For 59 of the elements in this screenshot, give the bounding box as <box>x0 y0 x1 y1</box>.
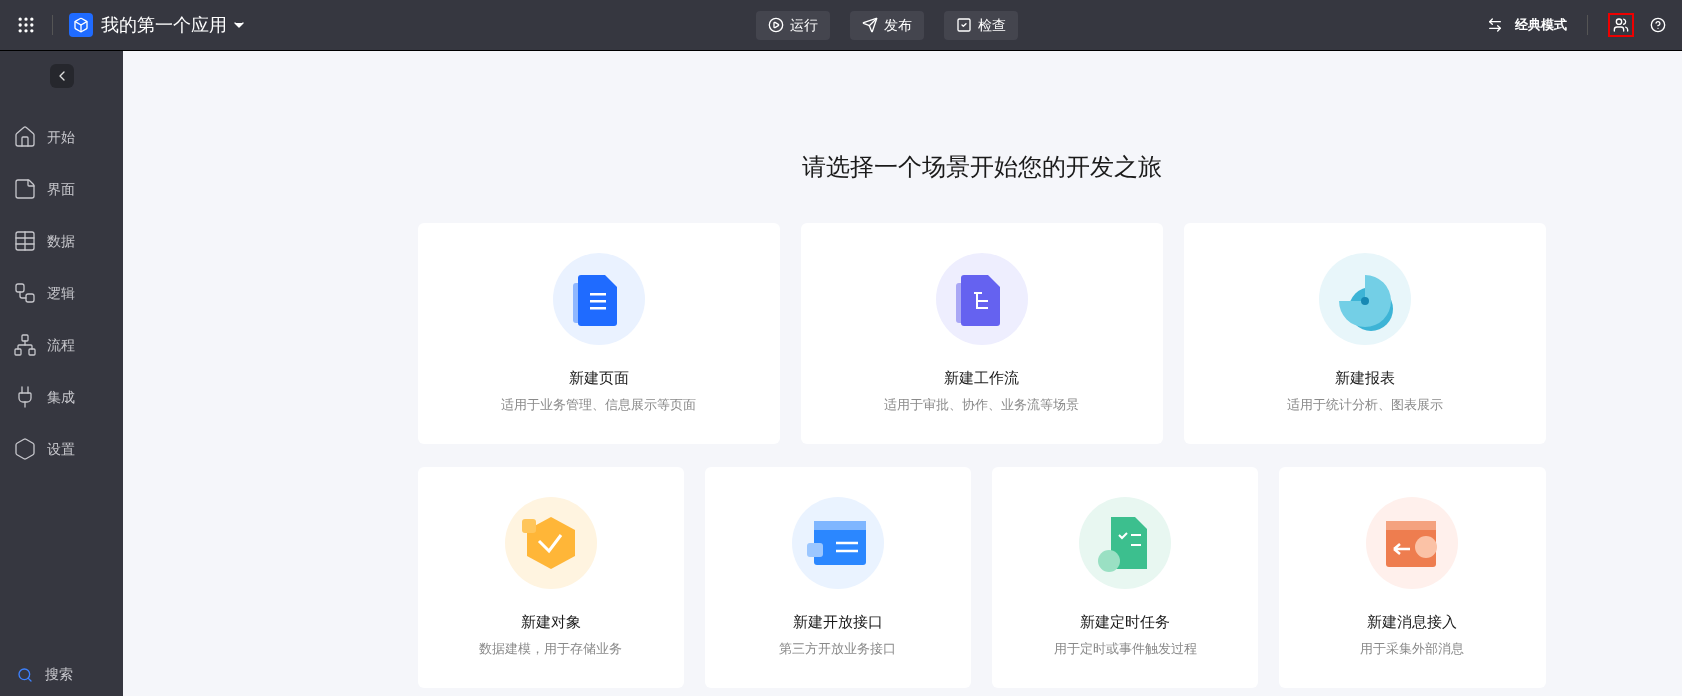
scenario-card[interactable]: 新建定时任务 用于定时或事件触发过程 <box>992 467 1259 688</box>
card-title: 新建报表 <box>1334 367 1395 388</box>
search-icon <box>17 666 33 683</box>
pie-chart-icon <box>1318 252 1411 345</box>
card-description: 数据建模，用于存储业务 <box>479 640 623 658</box>
sidebar-item[interactable]: 数据 <box>0 215 123 267</box>
card-title: 新建对象 <box>520 611 581 632</box>
scenario-card[interactable]: 新建消息接入 用于采集外部消息 <box>1279 467 1546 688</box>
task-document-clock-icon <box>1079 496 1172 589</box>
workflow-document-icon <box>935 252 1028 345</box>
swap-icon <box>1487 17 1503 33</box>
users-button[interactable] <box>1608 13 1634 37</box>
mode-switch-button[interactable]: 经典模式 <box>1487 15 1567 35</box>
card-title: 新建开放接口 <box>792 611 883 632</box>
api-window-icon <box>791 496 884 589</box>
toolbar-button[interactable]: 运行 <box>756 10 830 40</box>
settings-icon <box>13 437 37 461</box>
card-title: 新建消息接入 <box>1367 611 1458 632</box>
sidebar-item[interactable]: 流程 <box>0 319 123 371</box>
card-description: 适用于审批、协作、业务流等场景 <box>884 396 1079 414</box>
app-title-dropdown[interactable]: 我的第一个应用 <box>101 11 247 39</box>
scenario-card[interactable]: 新建对象 数据建模，用于存储业务 <box>417 467 684 688</box>
collapse-button[interactable] <box>49 64 74 88</box>
home-icon <box>13 125 37 149</box>
card-description: 适用于统计分析、图表展示 <box>1286 396 1443 414</box>
scenario-card[interactable]: 新建报表 适用于统计分析、图表展示 <box>1183 223 1546 444</box>
sidebar-item[interactable]: 设置 <box>0 423 123 475</box>
page-heading: 请选择一个场景开始您的开发之旅 <box>801 155 1162 179</box>
page-icon <box>13 177 37 201</box>
scenario-card[interactable]: 新建工作流 适用于审批、协作、业务流等场景 <box>800 223 1163 444</box>
play-icon <box>768 17 784 33</box>
toolbar-button[interactable]: 检查 <box>944 10 1018 40</box>
card-description: 适用于业务管理、信息展示等页面 <box>501 396 696 414</box>
apps-grid-icon[interactable] <box>16 15 36 35</box>
scenario-card[interactable]: 新建页面 适用于业务管理、信息展示等页面 <box>417 223 780 444</box>
send-icon <box>862 17 878 33</box>
card-description: 用于采集外部消息 <box>1360 640 1465 658</box>
card-title: 新建定时任务 <box>1080 611 1171 632</box>
card-description: 第三方开放业务接口 <box>779 640 897 658</box>
app-logo <box>69 13 93 37</box>
help-icon[interactable] <box>1650 17 1666 33</box>
checkbox-icon <box>956 17 972 33</box>
branch-icon <box>13 281 37 305</box>
sidebar-item[interactable]: 开始 <box>0 111 123 163</box>
scenario-card[interactable]: 新建开放接口 第三方开放业务接口 <box>704 467 971 688</box>
card-title: 新建页面 <box>568 367 629 388</box>
sidebar-item[interactable]: 集成 <box>0 371 123 423</box>
sidebar-item[interactable]: 界面 <box>0 163 123 215</box>
hexagon-graph-icon <box>504 496 597 589</box>
toolbar-button[interactable]: 发布 <box>850 10 924 40</box>
sidebar-item[interactable]: 逻辑 <box>0 267 123 319</box>
flow-icon <box>13 333 37 357</box>
search-button[interactable]: 搜索 <box>0 664 123 685</box>
table-icon <box>13 229 37 253</box>
users-icon <box>1613 17 1629 33</box>
card-description: 用于定时或事件触发过程 <box>1053 640 1197 658</box>
document-icon <box>552 252 645 345</box>
card-title: 新建工作流 <box>944 367 1019 388</box>
message-window-icon <box>1366 496 1459 589</box>
